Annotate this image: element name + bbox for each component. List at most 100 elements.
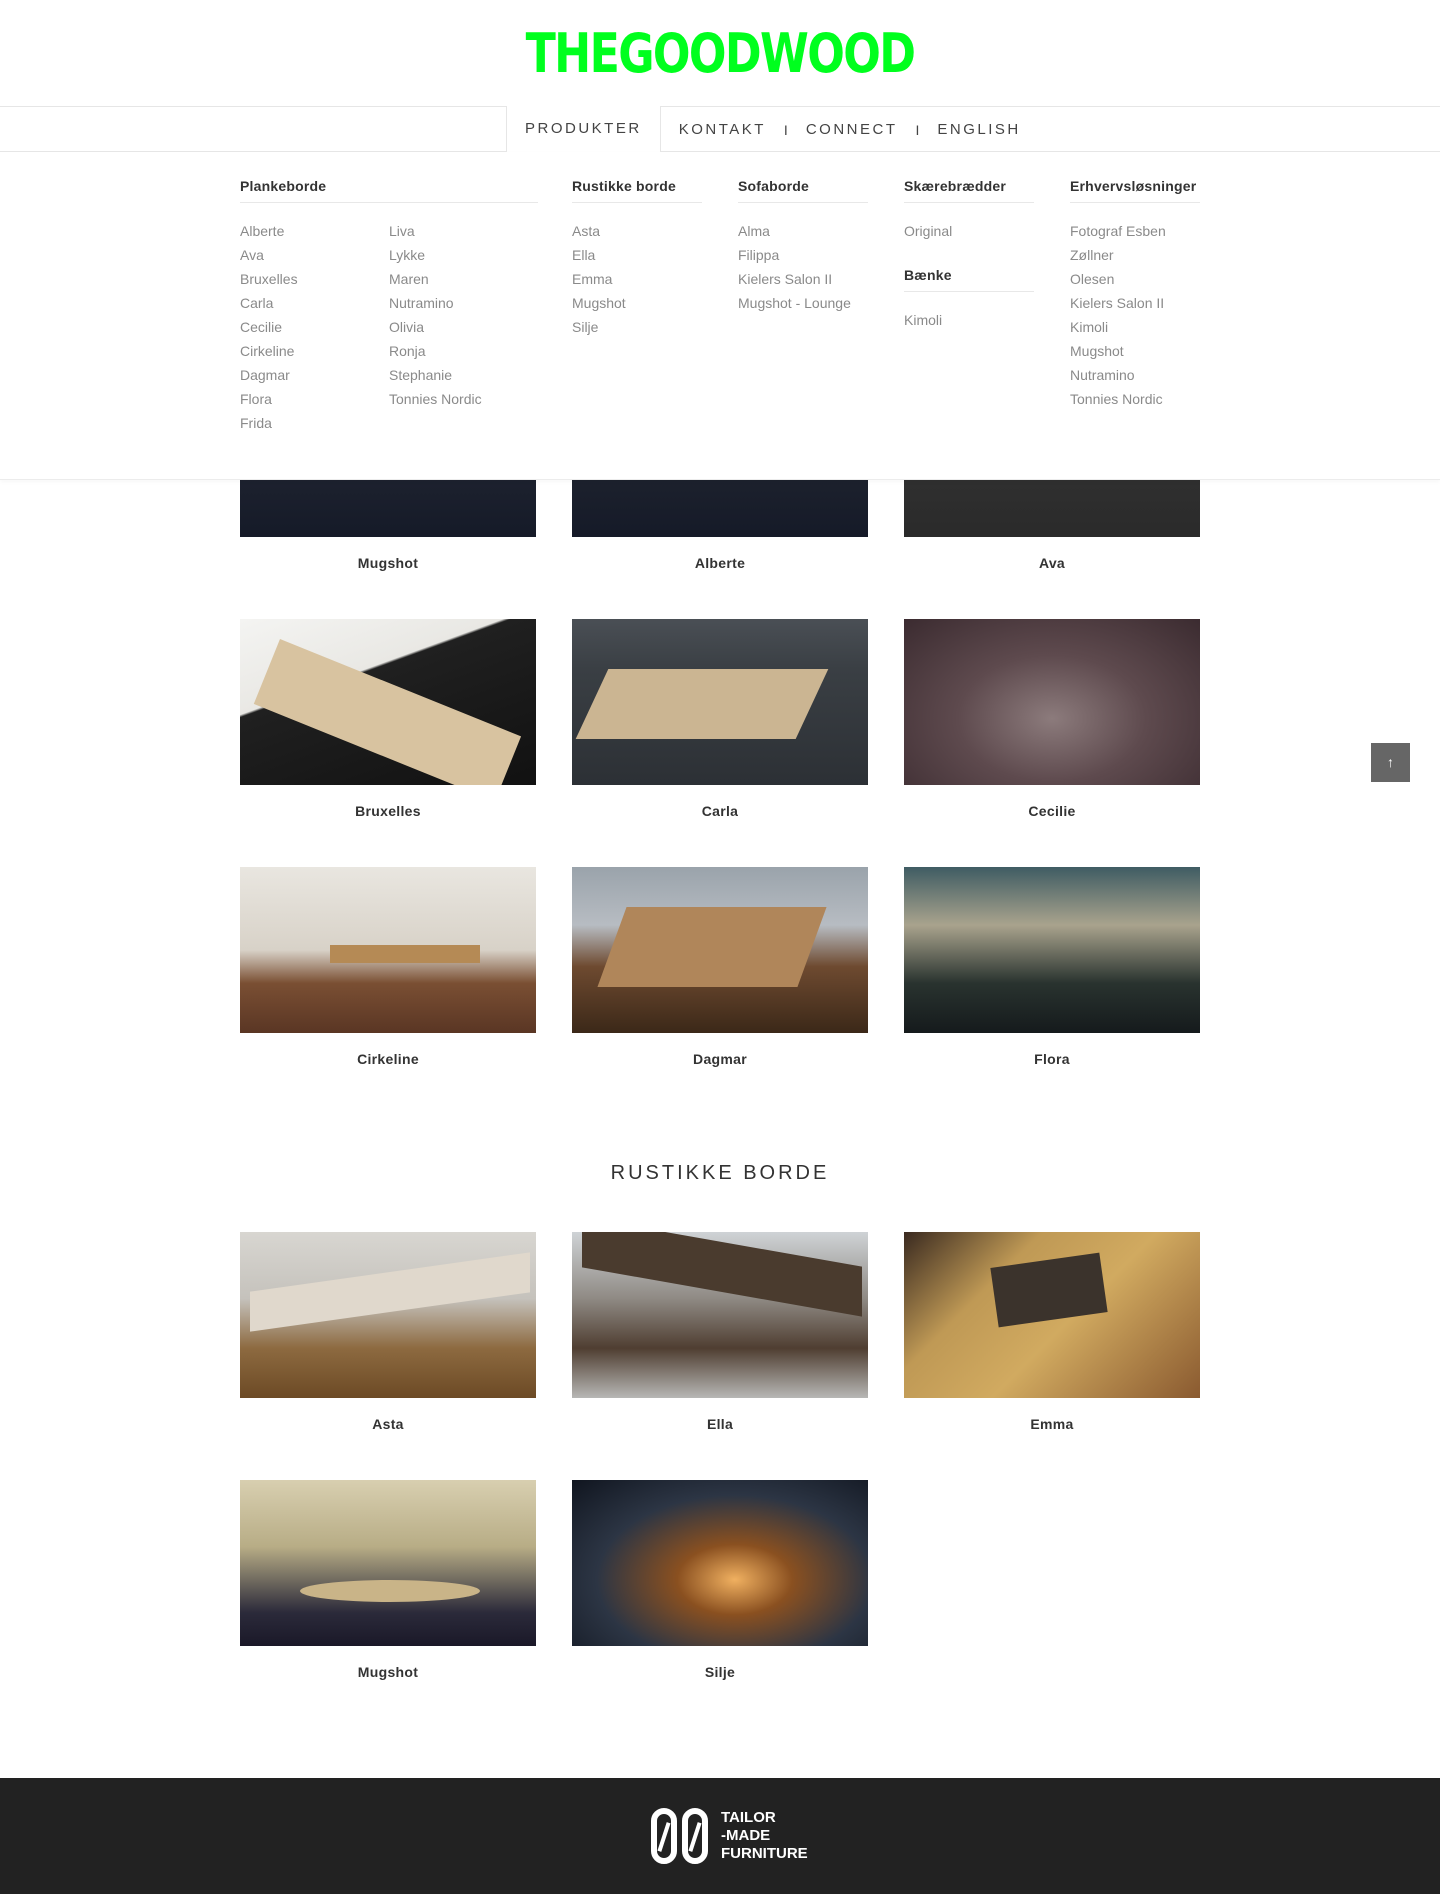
menu-link[interactable]: Kielers Salon II bbox=[1070, 291, 1200, 315]
product-image[interactable] bbox=[572, 1232, 868, 1398]
menu-link[interactable]: Liva bbox=[389, 219, 538, 243]
menu-heading-rustikke[interactable]: Rustikke borde bbox=[572, 178, 702, 203]
product-card[interactable]: Bruxelles bbox=[240, 619, 536, 819]
menu-link[interactable]: Tonnies Nordic bbox=[1070, 387, 1200, 411]
menu-heading-plankeborde[interactable]: Plankeborde bbox=[240, 178, 538, 203]
product-name[interactable]: Ava bbox=[904, 555, 1200, 571]
menu-link[interactable]: Bruxelles bbox=[240, 267, 389, 291]
menu-link[interactable]: Stephanie bbox=[389, 363, 538, 387]
menu-link[interactable]: Cirkeline bbox=[240, 339, 389, 363]
nav-produkter[interactable]: PRODUKTER bbox=[506, 106, 661, 152]
footer-logo-mark-icon bbox=[682, 1808, 708, 1864]
menu-col-plankeborde: Plankeborde Alberte Ava Bruxelles Carla … bbox=[240, 178, 538, 435]
product-image[interactable] bbox=[240, 619, 536, 785]
menu-link[interactable]: Lykke bbox=[389, 243, 538, 267]
product-image[interactable] bbox=[572, 1480, 868, 1646]
menu-heading-sofaborde[interactable]: Sofaborde bbox=[738, 178, 868, 203]
nav-connect[interactable]: CONNECT bbox=[788, 121, 916, 138]
footer-logo-mark-icon bbox=[651, 1808, 677, 1864]
site-footer: TAILOR -MADE FURNITURE bbox=[0, 1778, 1440, 1894]
menu-link[interactable]: Flora bbox=[240, 387, 389, 411]
product-name[interactable]: Mugshot bbox=[240, 555, 536, 571]
main-nav: PRODUKTER KONTAKT I CONNECT I ENGLISH bbox=[0, 106, 1440, 152]
menu-link[interactable]: Asta bbox=[572, 219, 702, 243]
menu-link[interactable]: Silje bbox=[572, 315, 702, 339]
product-name[interactable]: Asta bbox=[240, 1416, 536, 1432]
menu-link[interactable]: Nutramino bbox=[1070, 363, 1200, 387]
product-name[interactable]: Cirkeline bbox=[240, 1051, 536, 1067]
product-card[interactable]: Flora bbox=[904, 867, 1200, 1067]
menu-link[interactable]: Fotograf Esben Zøllner bbox=[1070, 219, 1200, 267]
scroll-to-top-button[interactable]: ↑ bbox=[1371, 743, 1410, 782]
menu-link[interactable]: Kimoli bbox=[1070, 315, 1200, 339]
menu-col-skaerebraedder: Skærebrædder Original Bænke Kimoli bbox=[904, 178, 1034, 332]
menu-link[interactable]: Alberte bbox=[240, 219, 389, 243]
product-name[interactable]: Silje bbox=[572, 1664, 868, 1680]
product-name[interactable]: Bruxelles bbox=[240, 803, 536, 819]
product-card[interactable]: Ella bbox=[572, 1232, 868, 1432]
menu-heading-skaerebraedder[interactable]: Skærebrædder bbox=[904, 178, 1034, 203]
menu-link[interactable]: Nutramino bbox=[389, 291, 538, 315]
product-name[interactable]: Carla bbox=[572, 803, 868, 819]
product-name[interactable]: Alberte bbox=[572, 555, 868, 571]
nav-english[interactable]: ENGLISH bbox=[919, 121, 1038, 138]
product-name[interactable]: Ella bbox=[572, 1416, 868, 1432]
footer-tagline: TAILOR -MADE FURNITURE bbox=[721, 1809, 808, 1863]
menu-link[interactable]: Olivia bbox=[389, 315, 538, 339]
menu-link[interactable]: Mugshot bbox=[1070, 339, 1200, 363]
menu-link[interactable]: Ronja bbox=[389, 339, 538, 363]
product-name[interactable]: Cecilie bbox=[904, 803, 1200, 819]
site-logo[interactable]: THEGOODWOOD bbox=[130, 24, 1311, 84]
menu-link[interactable]: Mugshot bbox=[572, 291, 702, 315]
arrow-up-icon: ↑ bbox=[1387, 754, 1394, 770]
product-card[interactable]: Dagmar bbox=[572, 867, 868, 1067]
menu-col-sofaborde: Sofaborde Alma Filippa Kielers Salon II … bbox=[738, 178, 868, 315]
menu-link[interactable]: Maren bbox=[389, 267, 538, 291]
menu-list-plankeborde-right: Liva Lykke Maren Nutramino Olivia Ronja … bbox=[389, 219, 538, 435]
footer-logo[interactable]: TAILOR -MADE FURNITURE bbox=[651, 1808, 808, 1864]
footer-tagline-line: -MADE bbox=[721, 1827, 771, 1844]
menu-link[interactable]: Ella bbox=[572, 243, 702, 267]
product-image[interactable] bbox=[240, 867, 536, 1033]
product-card[interactable]: Emma bbox=[904, 1232, 1200, 1432]
product-card[interactable]: Cecilie bbox=[904, 619, 1200, 819]
menu-link[interactable]: Mugshot - Lounge bbox=[738, 291, 868, 315]
menu-link[interactable]: Dagmar bbox=[240, 363, 389, 387]
product-image[interactable] bbox=[904, 1232, 1200, 1398]
menu-link[interactable]: Kimoli bbox=[904, 308, 1034, 332]
product-card[interactable]: Asta bbox=[240, 1232, 536, 1432]
product-image[interactable] bbox=[904, 867, 1200, 1033]
product-name[interactable]: Flora bbox=[904, 1051, 1200, 1067]
product-name[interactable]: Mugshot bbox=[240, 1664, 536, 1680]
product-image[interactable] bbox=[572, 619, 868, 785]
product-image[interactable] bbox=[240, 1232, 536, 1398]
product-card[interactable]: Cirkeline bbox=[240, 867, 536, 1067]
product-name[interactable]: Dagmar bbox=[572, 1051, 868, 1067]
menu-link[interactable]: Filippa bbox=[738, 243, 868, 267]
menu-link[interactable]: Kielers Salon II bbox=[738, 267, 868, 291]
menu-link[interactable]: Frida bbox=[240, 411, 389, 435]
menu-link[interactable]: Ava bbox=[240, 243, 389, 267]
product-image[interactable] bbox=[240, 1480, 536, 1646]
menu-heading-baenke[interactable]: Bænke bbox=[904, 267, 1034, 292]
footer-tagline-line: FURNITURE bbox=[721, 1845, 808, 1862]
menu-link[interactable]: Cecilie bbox=[240, 315, 389, 339]
menu-link[interactable]: Carla bbox=[240, 291, 389, 315]
menu-link[interactable]: Emma bbox=[572, 267, 702, 291]
menu-col-erhverv: Erhvervsløsninger Fotograf Esben Zøllner… bbox=[1070, 178, 1200, 411]
menu-link[interactable]: Tonnies Nordic bbox=[389, 387, 538, 411]
products-mega-menu: Plankeborde Alberte Ava Bruxelles Carla … bbox=[0, 152, 1440, 480]
section-title-rustikke: RUSTIKKE BORDE bbox=[610, 1162, 830, 1184]
menu-link[interactable]: Alma bbox=[738, 219, 868, 243]
product-card[interactable]: Mugshot bbox=[240, 1480, 536, 1680]
nav-kontakt[interactable]: KONTAKT bbox=[661, 121, 784, 138]
product-name[interactable]: Emma bbox=[904, 1416, 1200, 1432]
menu-link[interactable]: Olesen bbox=[1070, 267, 1200, 291]
site-header: THEGOODWOOD bbox=[0, 0, 1440, 107]
product-card[interactable]: Silje bbox=[572, 1480, 868, 1680]
product-card[interactable]: Carla bbox=[572, 619, 868, 819]
menu-link[interactable]: Original bbox=[904, 219, 1034, 243]
product-image[interactable] bbox=[904, 619, 1200, 785]
menu-heading-erhverv[interactable]: Erhvervsløsninger bbox=[1070, 178, 1200, 203]
product-image[interactable] bbox=[572, 867, 868, 1033]
